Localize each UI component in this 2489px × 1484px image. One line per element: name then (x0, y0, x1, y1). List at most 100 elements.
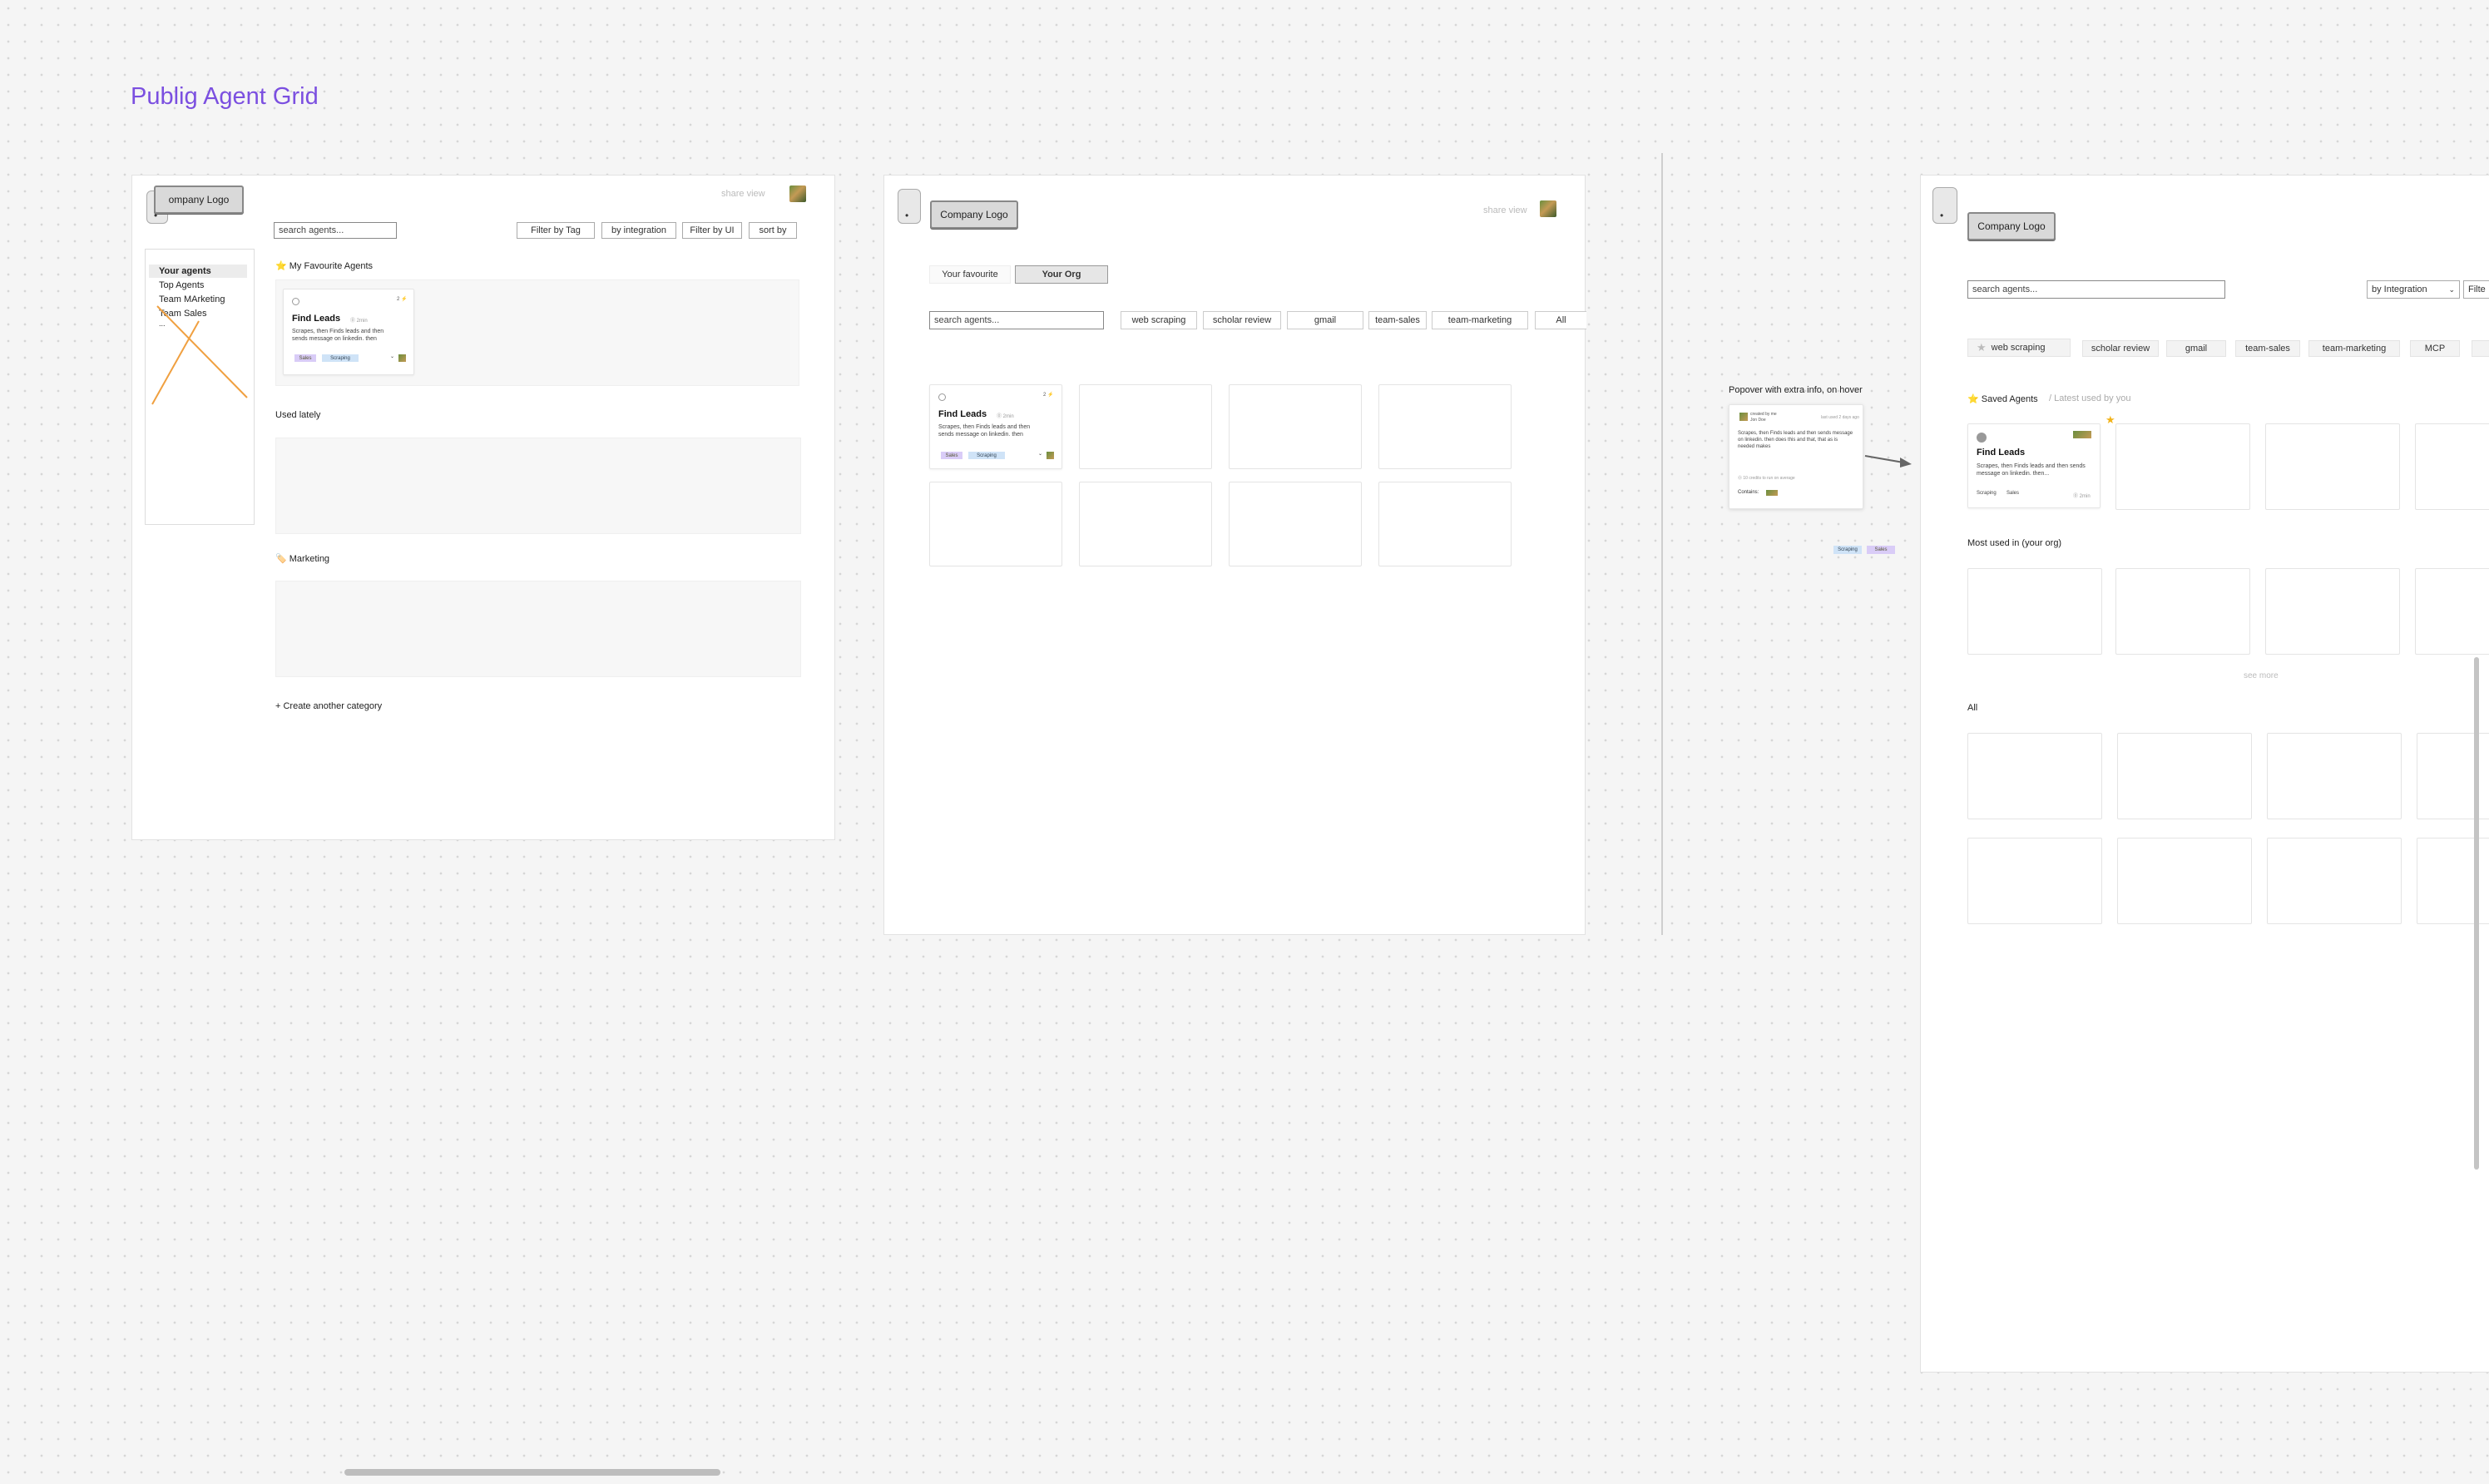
popover-chip-sales: Sales (1867, 546, 1895, 554)
chip-web-scraping[interactable]: ★ web scraping (1967, 339, 2071, 357)
chip-scholar-review[interactable]: scholar review (1203, 311, 1281, 329)
agent-card-placeholder[interactable] (1079, 482, 1212, 566)
search-input[interactable]: search agents... (274, 222, 397, 239)
card-duration: ⓪ 2min (350, 319, 368, 324)
chip-team-sales[interactable]: team-sales (1368, 311, 1427, 329)
tab-your-favourite[interactable]: Your favourite (929, 265, 1011, 284)
sidebar: Your agents Top Agents Team MArketing Te… (145, 249, 255, 525)
arrow-right-icon (1864, 455, 1912, 467)
agent-card-placeholder[interactable] (1079, 384, 1212, 469)
user-avatar[interactable] (789, 186, 806, 202)
chip-team-marketing[interactable]: team-marketing (2308, 340, 2400, 357)
agent-card-placeholder[interactable] (2267, 733, 2402, 819)
agent-card-placeholder[interactable] (1378, 384, 1512, 469)
chip-mcp[interactable]: MCP (2410, 340, 2460, 357)
chip-scholar-review[interactable]: scholar review (2082, 340, 2159, 357)
agent-card-placeholder[interactable] (2415, 568, 2489, 655)
sidebar-item-your-agents[interactable]: Your agents (159, 266, 211, 276)
chevron-down-icon[interactable]: ⌄ (390, 354, 394, 359)
tag-sales: Sales (2007, 491, 2020, 496)
search-input[interactable]: search agents... (929, 311, 1104, 329)
chip-more[interactable] (2472, 340, 2489, 357)
favourite-star-icon[interactable]: ★ (2106, 413, 2115, 427)
chip-gmail[interactable]: gmail (2166, 340, 2226, 357)
agent-card-placeholder[interactable] (1967, 838, 2102, 924)
chip-all[interactable]: All (1535, 311, 1586, 329)
see-more-link[interactable]: see more (2244, 671, 2279, 680)
hover-popover: created by me Jon Doe last used 2 days a… (1729, 404, 1863, 509)
sidebar-item-top-agents[interactable]: Top Agents (159, 280, 204, 290)
tag-sales: Sales (941, 452, 962, 459)
agent-card-placeholder[interactable] (1967, 733, 2102, 819)
tab-your-org[interactable]: Your Org (1015, 265, 1108, 284)
create-category-link[interactable]: + Create another category (275, 701, 382, 711)
card-description: Scrapes, then Finds leads and then sends… (1977, 463, 2086, 477)
agent-card-placeholder[interactable] (2117, 838, 2252, 924)
company-logo-button[interactable]: Company Logo (1967, 212, 2056, 240)
page-title: Publig Agent Grid (131, 83, 319, 110)
agent-card-placeholder[interactable] (929, 482, 1062, 566)
sort-by-button[interactable]: sort by (749, 222, 797, 239)
author-name: Jon Doe (1750, 418, 1766, 423)
card-description: Scrapes, then Finds leads and then sends… (938, 424, 1031, 438)
latest-used-label[interactable]: / Latest used by you (2049, 393, 2130, 403)
filter-by-integration-button[interactable]: by integration (601, 222, 676, 239)
agent-icon (1977, 433, 1987, 443)
agent-card-placeholder[interactable] (1967, 568, 2102, 655)
contains-label: Contains: (1738, 490, 1759, 495)
integration-select[interactable]: by Integration ⌄ (2367, 280, 2460, 299)
card-duration: ⓪ 2min (997, 414, 1014, 419)
agent-card-placeholder[interactable] (2117, 733, 2252, 819)
chip-web-scraping[interactable]: web scraping (1121, 311, 1197, 329)
agent-card-placeholder[interactable] (1229, 482, 1362, 566)
popover-credits: ⓪ 10 credits to run on average (1738, 476, 1795, 481)
creator-avatar (1739, 413, 1748, 421)
horizontal-scrollbar[interactable] (344, 1469, 720, 1476)
marketing-label: 🏷️ Marketing (275, 554, 330, 564)
share-view-link[interactable]: share view (721, 189, 765, 199)
chip-gmail[interactable]: gmail (1287, 311, 1363, 329)
agent-card-find-leads[interactable]: 2 ⚡ Find Leads ⓪ 2min Scrapes, then Find… (283, 289, 414, 375)
chevron-down-icon: ⌄ (2448, 284, 2455, 294)
menu-button[interactable] (898, 189, 921, 224)
agent-card-find-leads[interactable]: Find Leads Scrapes, then Finds leads and… (1967, 423, 2101, 508)
most-used-label: Most used in (your org) (1967, 538, 2062, 548)
popover-description: Scrapes, then Finds leads and then sends… (1738, 431, 1853, 449)
favourites-section: 2 ⚡ Find Leads ⓪ 2min Scrapes, then Find… (275, 279, 799, 386)
agent-card-find-leads[interactable]: 2 ⚡ Find Leads ⓪ 2min Scrapes, then Find… (929, 384, 1062, 469)
filter-by-tag-button[interactable]: Filter by Tag (517, 222, 595, 239)
user-avatar[interactable] (1540, 200, 1556, 217)
popover-annotation: Popover with extra info, on hover (1729, 385, 1863, 395)
agent-card-placeholder[interactable] (2115, 568, 2250, 655)
chip-team-marketing[interactable]: team-marketing (1432, 311, 1528, 329)
company-logo-button[interactable]: ompany Logo (154, 186, 244, 214)
filter-button[interactable]: Filte (2463, 280, 2489, 299)
agent-card-placeholder[interactable] (2115, 423, 2250, 510)
select-radio[interactable] (292, 298, 299, 305)
agent-card-placeholder[interactable] (1378, 482, 1512, 566)
select-radio[interactable] (938, 393, 946, 401)
card-title: Find Leads (1977, 448, 2026, 458)
chip-team-sales[interactable]: team-sales (2235, 340, 2300, 357)
agent-card-placeholder[interactable] (2265, 423, 2400, 510)
marketing-section (275, 581, 801, 677)
tag-scraping: Scraping (968, 452, 1005, 459)
chevron-down-icon[interactable]: ⌄ (1038, 451, 1042, 457)
agent-card-placeholder[interactable] (2265, 568, 2400, 655)
integration-select-label: by Integration (2372, 284, 2427, 294)
created-by: created by me (1750, 412, 1777, 417)
filter-by-ui-button[interactable]: Filter by UI (682, 222, 742, 239)
menu-button[interactable] (1932, 187, 1957, 224)
agent-card-placeholder[interactable] (2267, 838, 2402, 924)
vertical-scrollbar[interactable] (2474, 657, 2479, 1170)
all-label: All (1967, 703, 1978, 713)
favourites-label: ⭐ My Favourite Agents (275, 261, 374, 271)
run-count: 2 ⚡ (1043, 393, 1054, 398)
divider (1661, 153, 1663, 935)
tag-sales: Sales (294, 354, 316, 362)
search-input[interactable]: search agents... (1967, 280, 2225, 299)
agent-card-placeholder[interactable] (2415, 423, 2489, 510)
company-logo-button[interactable]: Company Logo (930, 200, 1018, 229)
share-view-link[interactable]: share view (1483, 205, 1527, 215)
agent-card-placeholder[interactable] (1229, 384, 1362, 469)
